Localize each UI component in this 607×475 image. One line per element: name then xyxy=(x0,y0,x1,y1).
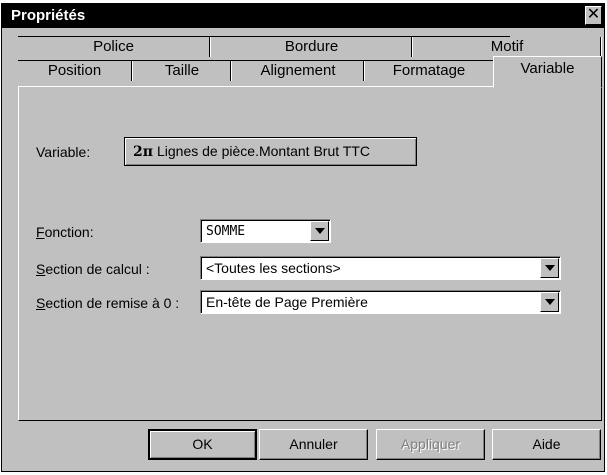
tab-label: Taille xyxy=(164,62,200,79)
tab-motif[interactable]: Motif xyxy=(414,37,600,57)
properties-dialog: Propriétés ✕ Police Bordure Motif Positi… xyxy=(1,3,605,472)
variable-label: Variable: xyxy=(36,144,91,160)
help-button[interactable]: Aide xyxy=(492,429,601,460)
formula-icon: 2π xyxy=(133,144,153,160)
variable-value: Lignes de pièce.Montant Brut TTC xyxy=(157,143,370,159)
tab-formatage[interactable]: Formatage xyxy=(366,61,492,81)
tab-label: Position xyxy=(47,62,102,79)
close-icon: ✕ xyxy=(586,6,601,23)
section-remise-select[interactable]: En-tête de Page Première xyxy=(200,290,561,314)
section-remise-label: Section de remise à 0 : xyxy=(36,295,180,311)
tab-position[interactable]: Position xyxy=(18,61,131,81)
dialog-title: Propriétés xyxy=(11,7,86,24)
tab-police[interactable]: Police xyxy=(18,37,209,57)
tab-label: Formatage xyxy=(392,62,466,79)
fonction-select[interactable]: SOMME xyxy=(200,219,331,243)
fonction-label: Fonction: xyxy=(36,224,94,240)
ok-button[interactable]: OK xyxy=(148,429,257,460)
tab-bordure[interactable]: Bordure xyxy=(212,37,411,57)
chevron-down-icon[interactable] xyxy=(310,221,329,241)
tab-alignement[interactable]: Alignement xyxy=(233,61,363,81)
section-calcul-select[interactable]: <Toutes les sections> xyxy=(200,256,561,280)
section-calcul-value: <Toutes les sections> xyxy=(206,260,341,276)
cancel-button[interactable]: Annuler xyxy=(259,429,368,460)
tab-taille[interactable]: Taille xyxy=(134,61,230,81)
fonction-value: SOMME xyxy=(206,224,246,239)
tab-label: Bordure xyxy=(284,38,339,55)
tab-label: Police xyxy=(93,38,134,55)
tab-variable[interactable]: Variable xyxy=(493,56,602,88)
title-bar: Propriétés ✕ xyxy=(2,4,604,28)
chevron-down-icon[interactable] xyxy=(540,258,559,278)
section-remise-value: En-tête de Page Première xyxy=(206,294,368,310)
tab-label: Alignement xyxy=(260,62,336,79)
close-button[interactable]: ✕ xyxy=(585,6,602,25)
tab-label: Motif xyxy=(490,38,524,55)
section-calcul-label: Section de calcul : xyxy=(36,261,150,277)
variable-picker-button[interactable]: 2π Lignes de pièce.Montant Brut TTC xyxy=(124,137,417,166)
tab-label: Variable xyxy=(520,60,575,77)
chevron-down-icon[interactable] xyxy=(540,292,559,312)
apply-button[interactable]: Appliquer xyxy=(376,429,485,460)
